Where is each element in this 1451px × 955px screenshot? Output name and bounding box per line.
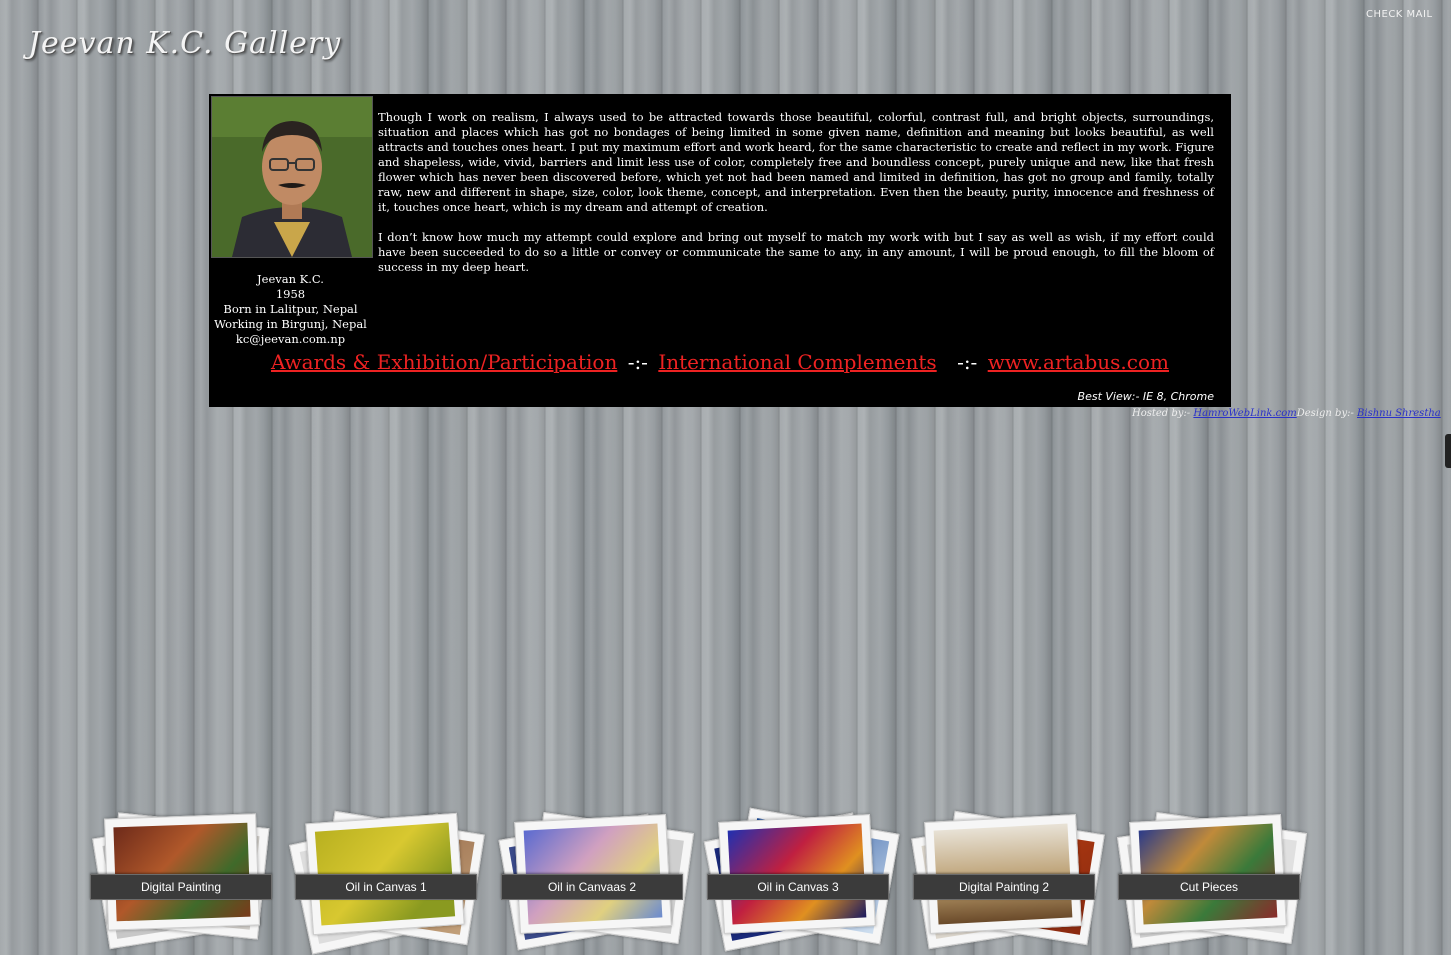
gallery-stack-oil-canvas-1[interactable]: Oil in Canvas 1 [289, 800, 485, 955]
side-scroll-tab[interactable] [1445, 434, 1451, 468]
designer-link[interactable]: Bishnu Shrestha [1357, 408, 1441, 419]
design-by-label: Design by:- [1296, 408, 1358, 419]
gallery-label[interactable]: Oil in Canvaas 2 [501, 874, 683, 900]
best-view-note: Best View:- IE 8, Chrome [1077, 390, 1214, 403]
statement-paragraph-1: Though I work on realism, I always used … [378, 110, 1214, 214]
gallery-label[interactable]: Oil in Canvas 3 [707, 874, 889, 900]
gallery-label[interactable]: Digital Painting 2 [913, 874, 1095, 900]
site-credits: Hosted by:- HamroWebLink.comDesign by:- … [1132, 408, 1441, 419]
gallery-stack-digital-painting-2[interactable]: Digital Painting 2 [911, 800, 1105, 950]
gallery-stack-digital-painting[interactable]: Digital Painting [90, 800, 274, 950]
site-title: Jeevan K.C. Gallery [28, 26, 342, 61]
gallery-label[interactable]: Cut Pieces [1118, 874, 1300, 900]
artist-email: kc@jeevan.com.np [235, 332, 346, 346]
gallery-stack-oil-canvas-2[interactable]: Oil in Canvaas 2 [498, 800, 695, 951]
artist-birth-year: 1958 [275, 287, 306, 301]
international-complements-link[interactable]: International Complements [658, 350, 936, 374]
artist-name: Jeevan K.C. [257, 272, 324, 286]
main-panel: Jeevan K.C. 1958 Born in Lalitpur, Nepal… [209, 94, 1231, 407]
artist-bio: Jeevan K.C. 1958 Born in Lalitpur, Nepal… [209, 272, 372, 347]
gallery-stack-oil-canvas-3[interactable]: Oil in Canvas 3 [703, 800, 900, 952]
artist-statement: Though I work on realism, I always used … [378, 110, 1214, 290]
gallery-label[interactable]: Digital Painting [90, 874, 272, 900]
statement-paragraph-2: I don’t know how much my attempt could e… [378, 230, 1214, 274]
gallery-label[interactable]: Oil in Canvas 1 [295, 874, 477, 900]
awards-link[interactable]: Awards & Exhibition/Participation [271, 350, 617, 374]
photo-card [104, 813, 260, 931]
links-row: Awards & Exhibition/Participation -:- In… [209, 350, 1231, 374]
host-link[interactable]: HamroWebLink.com [1193, 408, 1296, 419]
artist-birthplace: Born in Lalitpur, Nepal [223, 302, 358, 316]
hosted-by-label: Hosted by:- [1132, 408, 1194, 419]
gallery-strip: Digital Painting Oil in Canvas 1 Oil in … [0, 800, 1451, 955]
artist-workplace: Working in Birgunj, Nepal [214, 317, 367, 331]
artabus-link[interactable]: www.artabus.com [988, 350, 1169, 374]
link-separator: -:- [957, 350, 978, 374]
artist-portrait [211, 96, 373, 258]
gallery-stack-cut-pieces[interactable]: Cut Pieces [1116, 800, 1308, 949]
link-separator: -:- [627, 350, 648, 374]
check-mail-link[interactable]: CHECK MAIL [1366, 9, 1433, 20]
